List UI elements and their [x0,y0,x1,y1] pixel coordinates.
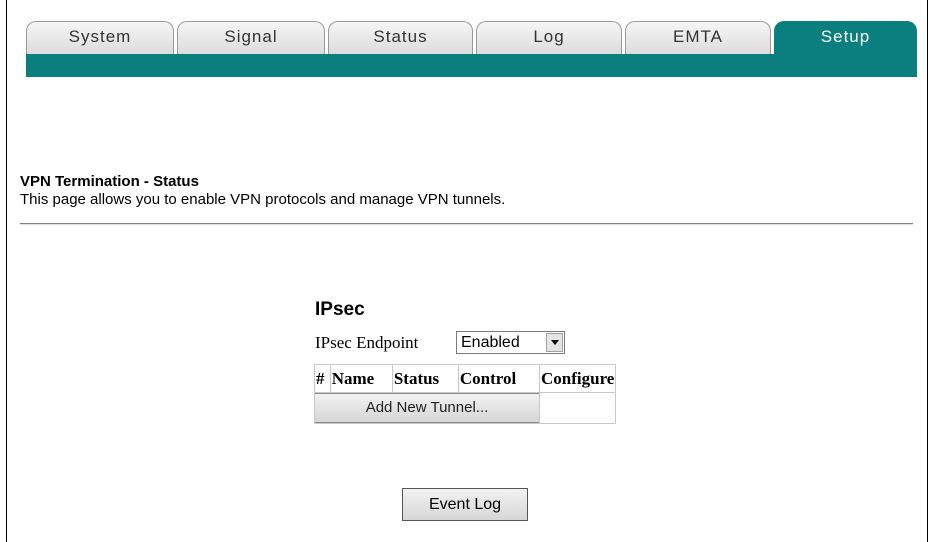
page-frame [6,0,928,542]
add-new-tunnel-button[interactable]: Add New Tunnel... [314,393,540,423]
table-header-row: # Name Status Control Configure [314,364,617,393]
tab-log[interactable]: Log [476,21,622,54]
add-tunnel-cell: Add New Tunnel... [314,392,540,424]
tab-emta[interactable]: EMTA [625,21,771,54]
tab-signal[interactable]: Signal [177,21,325,54]
chevron-down-icon[interactable] [546,333,563,352]
ipsec-endpoint-label: IPsec Endpoint [315,333,419,352]
tunnel-table: # Name Status Control Configure Add New … [314,364,617,424]
tab-system[interactable]: System [26,21,174,54]
ipsec-heading: IPsec [315,299,365,320]
tab-setup[interactable]: Setup [774,21,917,54]
column-header-number: # [314,364,331,393]
tab-status[interactable]: Status [328,21,473,54]
divider [20,223,913,225]
column-header-status: Status [391,364,459,393]
tab-bar: System Signal Status Log EMTA Setup [26,21,917,77]
column-header-name: Name [329,364,393,393]
table-row: Add New Tunnel... [314,392,617,424]
tab-underline-bar [26,54,917,77]
page-title: VPN Termination - Status [20,173,199,190]
event-log-button[interactable]: Event Log [402,488,528,521]
ipsec-endpoint-value: Enabled [461,334,520,351]
page-description: This page allows you to enable VPN proto… [20,191,506,208]
ipsec-endpoint-select[interactable]: Enabled [456,331,565,354]
empty-cell [538,392,617,424]
column-header-configure: Configure [538,364,617,393]
column-header-control: Control [457,364,541,393]
